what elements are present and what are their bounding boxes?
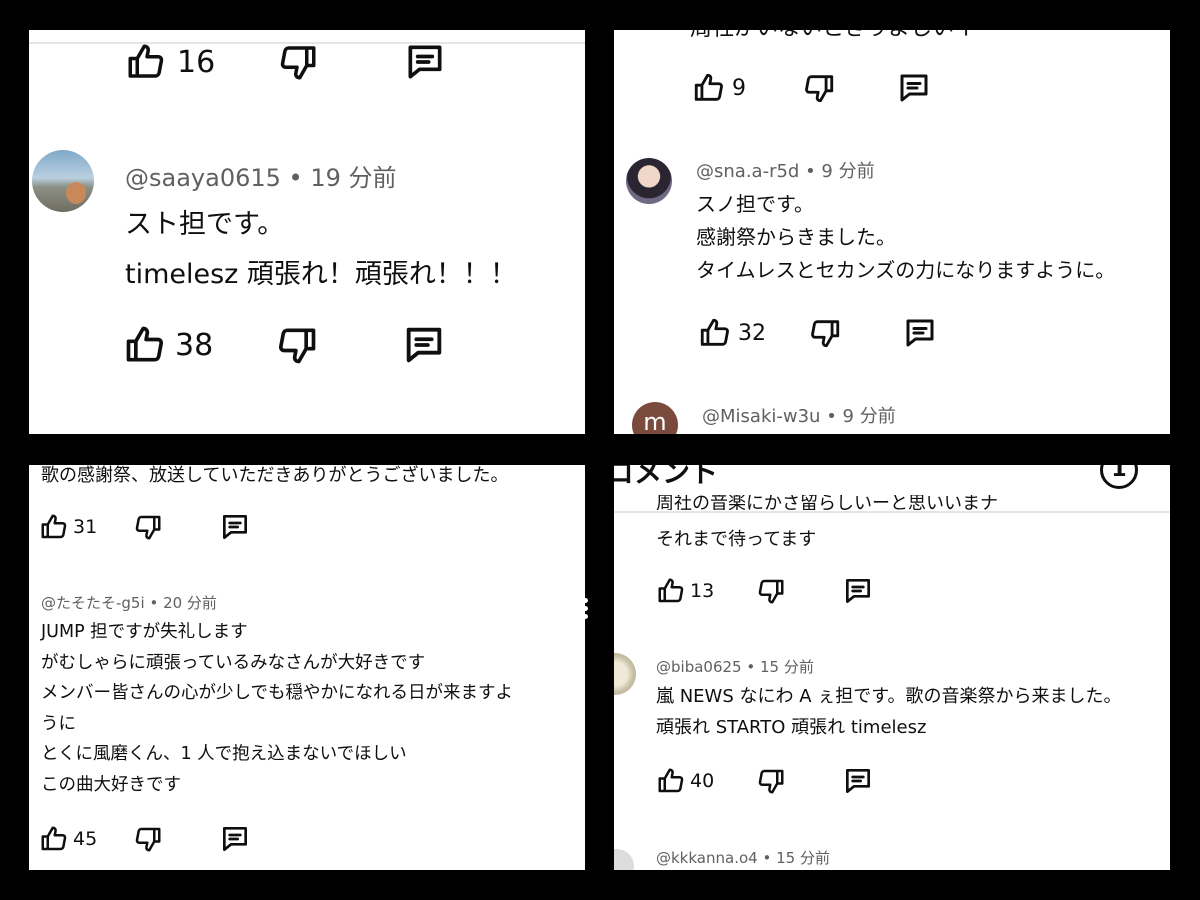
like-count: 31 [73,516,98,538]
avatar[interactable] [626,158,672,204]
comment-text: 歌の感謝祭、放送していただきありがとうございました。 [41,465,509,486]
like-count: 38 [175,327,214,363]
comment-meta: @saaya0615 • 19 分前 [125,164,397,192]
comment-line: タイムレスとセカンズの力になりますように。 [696,258,1116,282]
comment-time[interactable]: 9 分前 [821,161,874,182]
panel-bottom-right: コメント 1 周社の音楽にかさ留らしいーと思いいまナ それまで待ってます 13 … [614,465,1170,870]
comment-line: メンバー皆さんの心が少しでも穏やかになれる日が来ますよ [41,683,513,703]
like-count: 40 [690,770,715,792]
action-bar: 31 [39,511,251,543]
comment-text: それまで待ってます [656,529,817,550]
like-count: 9 [732,75,746,101]
comment-meta: @sna.a-r5d • 9 分前 [696,161,875,182]
comment-text: スト担です。 timelesz 頑張れ！頑張れ！！！ [125,200,517,300]
comment-meta: @Misaki-w3u • 9 分前 [702,406,896,427]
action-bar: 16 [125,40,447,84]
reply-icon[interactable] [842,765,874,797]
avatar[interactable]: m [632,402,678,434]
reply-icon[interactable] [842,575,874,607]
reply-icon[interactable] [219,511,251,543]
comment-handle[interactable]: @kkkanna.o4 [656,849,758,867]
panel-top-right: 周社がいないときりよしいイ・〜 9 @sna.a-r5d • 9 分前 スノ担で… [614,30,1170,434]
info-badge-icon[interactable]: 1 [1100,465,1138,489]
action-bar: 9 [692,70,932,106]
comment-time[interactable]: 9 分前 [843,406,896,427]
comment-line: 頑張れ STARTO 頑張れ timelesz [656,717,927,738]
action-bar: 38 [123,322,447,368]
avatar-letter: m [643,408,667,434]
action-bar: 32 [698,315,938,351]
action-bar: 45 [39,823,251,855]
comment-text: JUMP 担ですが失礼します がむしゃらに頑張っているみなさんが大好きです メン… [41,617,513,800]
comments-header-title: コメント [614,465,719,489]
avatar[interactable] [614,653,636,695]
thumbs-down-icon[interactable] [802,71,836,105]
comment-handle[interactable]: @sna.a-r5d [696,161,799,182]
divider [614,511,1170,513]
clipped-comment-text: 周社の音楽にかさ留らしいーと思いいまナ [656,495,998,510]
thumbs-up-icon[interactable] [656,576,686,606]
panel-top-left: 16 @saaya0615 • 19 分前 スト担です。 timelesz 頑張… [29,30,585,434]
like-count: 13 [690,580,715,602]
avatar[interactable] [32,150,94,212]
more-options-icon[interactable] [583,598,589,622]
thumbs-down-icon[interactable] [133,824,163,854]
comment-time[interactable]: 15 分前 [776,849,830,867]
thumbs-up-icon[interactable] [656,766,686,796]
avatar[interactable] [614,849,634,870]
thumbs-down-icon[interactable] [756,766,786,796]
thumbs-up-icon[interactable] [39,512,69,542]
reply-icon[interactable] [219,823,251,855]
reply-icon[interactable] [401,322,447,368]
info-badge-text: 1 [1111,465,1127,482]
panel-bottom-left: 歌の感謝祭、放送していただきありがとうございました。 31 @たそたそ-g5i … [29,465,585,870]
thumbs-down-icon[interactable] [133,512,163,542]
comment-handle[interactable]: @たそたそ-g5i [41,594,145,612]
comment-line: 嵐 NEWS なにわ A ぇ担です。歌の音楽祭から来ました。 [656,686,1122,707]
comment-line: スノ担です。 [696,192,814,216]
comment-line: この曲大好きです [41,774,181,795]
comment-line: うに [41,713,76,734]
thumbs-down-icon[interactable] [275,323,319,367]
comment-time[interactable]: 20 分前 [163,594,217,612]
comment-line: スト担です。 [125,209,285,240]
reply-icon[interactable] [403,40,447,84]
comment-handle[interactable]: @Misaki-w3u [702,406,820,427]
comment-text: 嵐 NEWS なにわ A ぇ担です。歌の音楽祭から来ました。 頑張れ START… [656,681,1121,743]
comment-handle[interactable]: @saaya0615 [125,164,281,192]
action-bar: 40 [656,765,874,797]
clipped-comment-text: 周社がいないときりよしいイ・〜 [690,30,1020,42]
thumbs-up-icon[interactable] [123,323,167,367]
comment-line: JUMP 担ですが失礼します [41,622,248,642]
thumbs-down-icon[interactable] [277,41,319,83]
comment-text: スノ担です。 感謝祭からきました。 タイムレスとセカンズの力になりますように。 [696,188,1115,287]
thumbs-up-icon[interactable] [692,71,726,105]
reply-icon[interactable] [902,315,938,351]
thumbs-up-icon[interactable] [698,316,732,350]
like-count: 32 [738,320,766,346]
like-count: 16 [177,44,216,80]
comment-meta: @たそたそ-g5i • 20 分前 [41,594,217,612]
comment-line: 感謝祭からきました。 [696,225,896,249]
avatar-figure [66,182,86,204]
reply-icon[interactable] [896,70,932,106]
thumbs-down-icon[interactable] [756,576,786,606]
comment-meta: @kkkanna.o4 • 15 分前 [656,849,830,867]
action-bar: 13 [656,575,874,607]
thumbs-down-icon[interactable] [808,316,842,350]
comment-handle[interactable]: @biba0625 [656,658,742,676]
comment-meta: @biba0625 • 15 分前 [656,658,814,676]
comment-line: timelesz 頑張れ！頑張れ！！！ [125,259,517,290]
like-count: 45 [73,828,98,850]
thumbs-up-icon[interactable] [39,824,69,854]
comment-line: がむしゃらに頑張っているみなさんが大好きです [41,652,426,673]
thumbs-up-icon[interactable] [125,41,167,83]
comment-time[interactable]: 19 分前 [310,164,396,192]
comment-time[interactable]: 15 分前 [760,658,814,676]
comment-line: とくに風磨くん、1 人で抱え込まないでほしい [41,744,407,764]
